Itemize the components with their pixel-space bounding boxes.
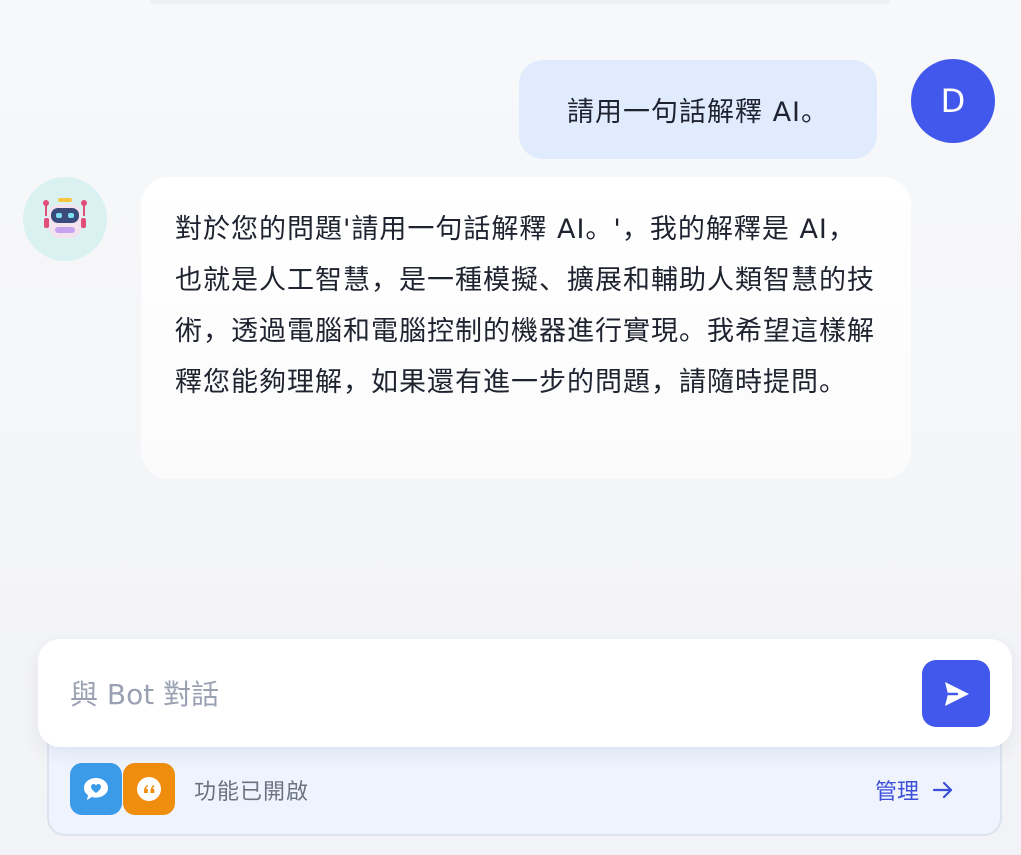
send-icon (945, 681, 969, 706)
chat-page: 請用一句話解釋 AI。 D 對於您的問題'請用一句話解釋 AI。'，我的解釋是 … (0, 0, 1021, 855)
manage-link[interactable]: 管理 (875, 774, 955, 806)
arrow-right-icon (932, 781, 953, 799)
robot-icon (43, 198, 87, 238)
bot-message-bubble: 對於您的問題'請用一句話解釋 AI。'，我的解釋是 AI，也就是人工智慧，是一種… (141, 177, 911, 479)
user-avatar[interactable]: D (911, 59, 995, 143)
quote-icon[interactable] (123, 763, 175, 815)
composer (38, 639, 1012, 747)
bot-message-text: 對於您的問題'請用一句話解釋 AI。'，我的解釋是 AI，也就是人工智慧，是一種… (175, 214, 875, 398)
bot-avatar[interactable] (23, 177, 107, 261)
chat-input[interactable] (68, 667, 912, 721)
manage-label: 管理 (875, 780, 920, 805)
features-status-text: 功能已開啟 (194, 780, 310, 805)
previous-content-edge (150, 0, 890, 4)
chat-heart-icon[interactable] (70, 763, 122, 815)
user-message-bubble: 請用一句話解釋 AI。 (519, 60, 877, 159)
send-button[interactable] (922, 660, 990, 727)
user-message-text: 請用一句話解釋 AI。 (566, 97, 829, 128)
user-avatar-initial: D (940, 82, 966, 120)
